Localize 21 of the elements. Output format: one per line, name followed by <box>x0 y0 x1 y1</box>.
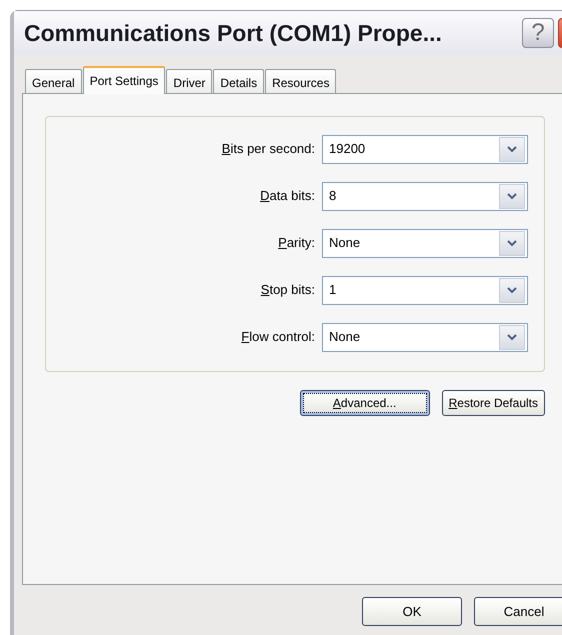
button[interactable]: OK <box>362 597 462 626</box>
tab[interactable]: Details <box>213 69 264 93</box>
dropdown[interactable]: 1 <box>322 276 528 304</box>
button[interactable]: Cancel <box>474 597 562 626</box>
help-button[interactable]: ? <box>522 18 554 48</box>
tab[interactable]: Resources <box>265 69 336 93</box>
button[interactable]: Advanced... <box>300 390 430 416</box>
field-label: Flow control: <box>241 328 315 346</box>
tab[interactable]: General <box>25 69 82 93</box>
window-title: Communications Port (COM1) Prope... <box>24 18 442 48</box>
field-label: Stop bits: <box>260 281 315 300</box>
dropdown[interactable]: None <box>322 228 528 258</box>
dropdown[interactable]: 8 <box>322 182 528 210</box>
button[interactable]: Restore Defaults <box>442 390 545 416</box>
tab[interactable]: Driver <box>166 69 212 93</box>
dropdown[interactable]: 19200 <box>322 134 528 164</box>
field-label: Bits per second: <box>222 140 315 158</box>
field-label: Data bits: <box>260 187 315 206</box>
dropdown[interactable]: None <box>322 322 528 352</box>
tab[interactable]: Port Settings <box>82 66 166 94</box>
field-label: Parity: <box>278 234 315 252</box>
